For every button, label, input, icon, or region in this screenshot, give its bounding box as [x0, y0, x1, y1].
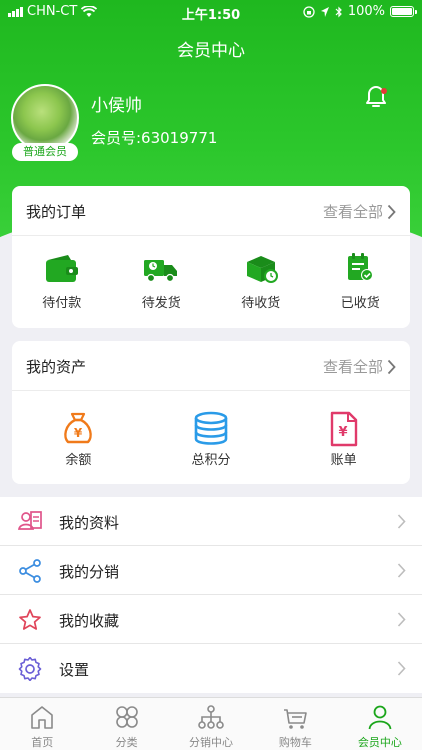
orders-title: 我的订单 [26, 203, 87, 221]
order-received[interactable]: 已收货 [311, 236, 411, 328]
gear-icon [18, 657, 42, 681]
chevron-right-icon [397, 612, 406, 627]
chevron-right-icon [387, 204, 396, 219]
svg-text:¥: ¥ [74, 426, 83, 440]
orders-card: 我的订单 查看全部 待付款 待发货 待收货 已收货 [12, 186, 410, 328]
asset-points[interactable]: 总积分 [145, 391, 278, 484]
assets-card: 我的资产 查看全部 ¥ 余额 总积分 ¥ 账单 [12, 341, 410, 484]
tab-home[interactable]: 首页 [0, 698, 84, 750]
tab-label: 分销中心 [189, 736, 234, 749]
received-icon [348, 253, 374, 281]
bill-icon: ¥ [330, 411, 357, 447]
status-bar: CHN-CT 上午1:50 100% [0, 0, 422, 24]
star-icon [19, 609, 41, 630]
tab-label: 购物车 [278, 736, 312, 749]
cart-icon [284, 709, 308, 729]
chevron-right-icon [397, 514, 406, 529]
member-level-badge: 普通会员 [12, 143, 78, 161]
asset-bill[interactable]: ¥ 账单 [277, 391, 410, 484]
menu-item-profile[interactable]: 我的资料 [0, 497, 422, 546]
wallet-icon [45, 255, 78, 282]
member-number: 会员号:63019771 [91, 129, 218, 147]
svg-text:¥: ¥ [338, 425, 347, 440]
menu-item-settings[interactable]: 设置 [0, 644, 422, 693]
chevron-right-icon [387, 359, 396, 374]
money-bag-icon: ¥ [64, 412, 93, 444]
order-pending-receipt[interactable]: 待收货 [211, 236, 311, 328]
tab-label: 会员中心 [357, 736, 402, 749]
user-icon [368, 705, 392, 730]
battery-percent: 100% [347, 4, 385, 19]
order-pending-payment[interactable]: 待付款 [12, 236, 112, 328]
menu-item-favorites[interactable]: 我的收藏 [0, 595, 422, 644]
username: 小侯帅 [91, 96, 142, 116]
tab-label: 首页 [31, 736, 54, 749]
bluetooth-icon [335, 6, 342, 17]
tab-category[interactable]: 分类 [84, 698, 168, 750]
page-title: 会员中心 [177, 41, 245, 61]
truck-icon [144, 260, 178, 283]
location-icon [320, 6, 329, 17]
battery-icon [390, 6, 417, 17]
category-icon [115, 706, 138, 728]
home-icon [31, 706, 54, 729]
avatar-image [11, 84, 79, 152]
profile-card-icon [18, 511, 42, 530]
chevron-right-icon [397, 563, 406, 578]
tab-distribution[interactable]: 分销中心 [169, 698, 253, 750]
distribution-icon [198, 705, 224, 729]
menu-item-label: 我的资料 [59, 514, 120, 532]
tab-label: 分类 [115, 736, 138, 749]
package-icon [246, 256, 278, 283]
settings-menu: 我的资料 我的分销 我的收藏 设置 [0, 497, 422, 693]
assets-title: 我的资产 [26, 358, 87, 376]
order-pending-shipment[interactable]: 待发货 [112, 236, 212, 328]
orders-view-all[interactable]: 查看全部 [323, 201, 396, 222]
avatar[interactable]: 普通会员 [11, 84, 79, 161]
menu-item-label: 设置 [59, 661, 90, 679]
assets-card-header[interactable]: 我的资产 查看全部 [12, 341, 410, 391]
share-icon [19, 559, 41, 583]
tab-bar: 首页 分类 分销中心 购物车 会员中心 [0, 697, 422, 750]
menu-item-distribution[interactable]: 我的分销 [0, 546, 422, 595]
notification-bell-icon[interactable] [361, 82, 391, 112]
tab-cart[interactable]: 购物车 [253, 698, 337, 750]
coins-icon [194, 411, 228, 445]
asset-balance[interactable]: ¥ 余额 [12, 391, 145, 484]
orders-card-header[interactable]: 我的订单 查看全部 [12, 186, 410, 236]
lock-rotation-icon [303, 5, 315, 18]
chevron-right-icon [397, 661, 406, 676]
menu-item-label: 我的收藏 [59, 612, 120, 630]
menu-item-label: 我的分销 [59, 563, 120, 581]
tab-member-center[interactable]: 会员中心 [338, 698, 422, 750]
assets-view-all[interactable]: 查看全部 [323, 356, 396, 377]
